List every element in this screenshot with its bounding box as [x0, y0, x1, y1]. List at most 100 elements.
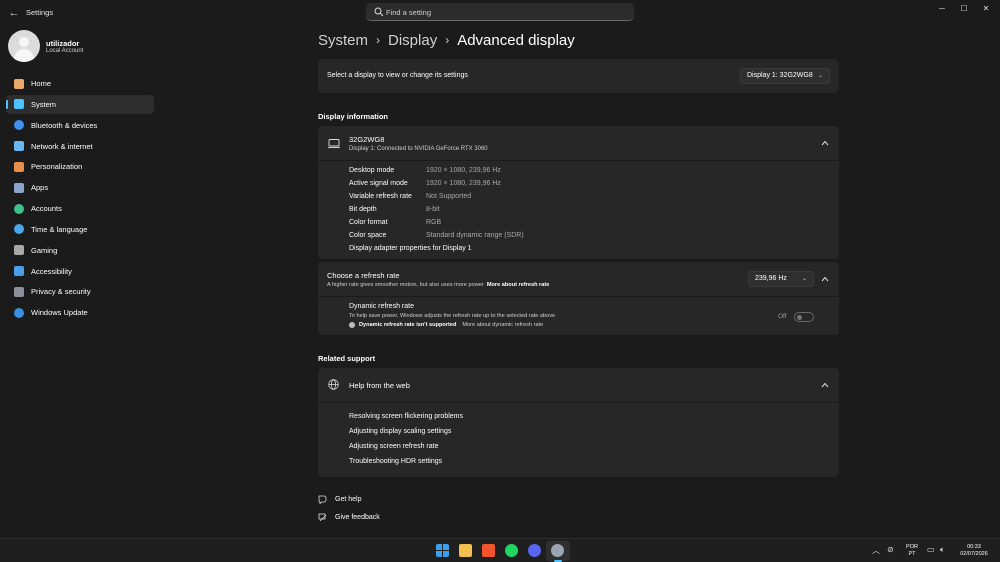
chevron-down-icon: ⌄ [817, 73, 823, 79]
sidebar-item-bluetooth-devices[interactable]: Bluetooth & devices [6, 116, 154, 135]
gaming-icon [14, 245, 24, 256]
bluetooth-icon [14, 120, 24, 131]
sidebar-item-label: Gaming [31, 245, 58, 255]
clock-date: 02/07/2026 [960, 551, 988, 557]
help-from-web-header[interactable]: Help from the web [318, 368, 839, 402]
home-icon [14, 78, 24, 89]
breadcrumb-system[interactable]: System [318, 32, 368, 49]
get-help-link[interactable]: Get help [318, 493, 361, 505]
refresh-rate-dropdown[interactable]: 239,96 Hz ⌄ [748, 271, 814, 287]
chevron-up-icon[interactable] [821, 140, 829, 146]
update-icon [14, 307, 24, 318]
sidebar-item-apps[interactable]: Apps [6, 178, 154, 197]
sidebar-item-network-internet[interactable]: Network & internet [6, 137, 154, 156]
refresh-rate-value: 239,96 Hz [755, 275, 787, 282]
dynamic-refresh-unsupported-text: Dynamic refresh rate isn't supported [359, 322, 457, 328]
chevron-up-icon[interactable] [821, 276, 829, 282]
display-tray-icon[interactable]: ▭ [927, 545, 935, 554]
more-about-dynamic-refresh-link[interactable]: More about dynamic refresh rate [462, 322, 543, 328]
chevron-up-icon[interactable] [821, 382, 829, 388]
globe-icon [328, 379, 339, 390]
sidebar-item-label: System [31, 99, 57, 109]
display-adapter-properties-link[interactable]: Display adapter properties for Display 1 [349, 245, 472, 252]
search-icon [374, 7, 384, 17]
minimize-button[interactable]: ─ [932, 2, 952, 16]
accessibility-icon [14, 266, 24, 277]
give-feedback-link[interactable]: Give feedback [318, 511, 380, 523]
sidebar-item-label: Home [31, 79, 52, 88]
windows-start-icon[interactable] [436, 544, 449, 557]
volume-icon[interactable]: 🔈︎ [940, 545, 945, 555]
refresh-rate-title: Choose a refresh rate [327, 271, 400, 280]
help-link-refresh-rate[interactable]: Adjusting screen refresh rate [349, 443, 439, 450]
sidebar-item-windows-update[interactable]: Windows Update [6, 303, 154, 322]
sidebar-item-label: Personalization [31, 162, 83, 172]
sidebar-nav: Home System Bluetooth & devices Network & i… [6, 74, 154, 324]
feedback-icon [318, 513, 327, 521]
chevron-up-tray-icon[interactable]: ︿ [872, 545, 880, 556]
toggle-knob [797, 315, 802, 320]
user-name: utilizador [46, 39, 80, 48]
file-explorer-icon[interactable] [459, 544, 472, 557]
sidebar-item-label: Windows Update [31, 308, 88, 318]
help-from-web-body: Resolving screen flickering problems Adj… [318, 403, 839, 477]
taskbar: ︿ ⊘ POR PT ▭ 🔈︎ 00:33 02/07/2026 [0, 538, 1000, 562]
sidebar-item-privacy-security[interactable]: Privacy & security [6, 282, 154, 301]
sidebar-item-accessibility[interactable]: Accessibility [6, 262, 154, 281]
monitor-icon [328, 139, 340, 148]
chevron-right-icon: › [376, 33, 381, 47]
sidebar-item-system[interactable]: System [6, 94, 154, 114]
maximize-button[interactable]: ☐ [954, 2, 974, 16]
brave-browser-icon[interactable] [482, 544, 495, 557]
spotify-icon[interactable] [505, 544, 518, 557]
display-dropdown[interactable]: Display 1: 32G2WG8 ⌄ [740, 68, 830, 84]
chevron-down-icon: ⌄ [801, 276, 807, 282]
sidebar-item-label: Time & language [31, 224, 88, 234]
sidebar-item-gaming[interactable]: Gaming [6, 241, 154, 260]
back-arrow-icon[interactable]: ← [7, 6, 21, 20]
monitor-description: Display 1: Connected to NVIDIA GeForce R… [349, 146, 488, 152]
brush-icon [14, 161, 24, 172]
sidebar-item-label: Accessibility [31, 266, 72, 276]
sidebar-item-personalization[interactable]: Personalization [6, 157, 154, 176]
help-link-hdr-settings[interactable]: Troubleshooting HDR settings [349, 458, 442, 465]
title-bar: ← Settings ─ ☐ ✕ [0, 0, 1000, 26]
display-info-heading: Display information [318, 112, 389, 121]
sidebar-item-label: Privacy & security [31, 287, 91, 297]
sidebar-item-time-language[interactable]: Time & language [6, 220, 154, 239]
sidebar-item-label: Bluetooth & devices [31, 120, 98, 130]
help-link-display-scaling[interactable]: Adjusting display scaling settings [349, 428, 451, 435]
input-language-indicator[interactable]: POR PT [904, 544, 920, 558]
display-info-header[interactable]: 32G2WG8 Display 1: Connected to NVIDIA G… [318, 126, 839, 160]
system-icon [14, 99, 24, 110]
display-info-body: Desktop mode 1920 × 1080, 239,96 Hz Activ… [318, 161, 839, 259]
select-display-card: Select a display to view or change its s… [318, 59, 839, 93]
refresh-rate-description: A higher rate gives smoother motion, but… [327, 282, 550, 288]
settings-app-icon[interactable] [551, 544, 564, 557]
avatar [8, 30, 40, 62]
info-icon [349, 322, 355, 328]
related-support-heading: Related support [318, 354, 376, 363]
select-display-label: Select a display to view or change its s… [327, 72, 468, 79]
sidebar-item-label: Network & internet [31, 141, 93, 151]
close-button[interactable]: ✕ [976, 2, 996, 16]
search-box[interactable] [366, 3, 634, 21]
no-network-icon[interactable]: ⊘ [887, 545, 894, 554]
clock[interactable]: 00:33 02/07/2026 [955, 544, 993, 558]
help-link-screen-flickering[interactable]: Resolving screen flickering problems [349, 413, 463, 420]
discord-icon[interactable] [528, 544, 541, 557]
dynamic-refresh-rate-row: Dynamic refresh rate To help save power,… [318, 297, 839, 335]
dynamic-refresh-toggle[interactable] [794, 312, 814, 322]
get-help-icon [318, 495, 327, 504]
page-title: Advanced display [457, 31, 575, 49]
search-input[interactable] [386, 5, 626, 19]
network-icon [14, 141, 24, 152]
sidebar-item-accounts[interactable]: Accounts [6, 199, 154, 218]
sidebar-item-home[interactable]: Home [6, 74, 154, 93]
breadcrumb-display[interactable]: Display [388, 32, 437, 49]
more-about-refresh-rate-link[interactable]: More about refresh rate [487, 282, 549, 288]
app-title: Settings [26, 8, 54, 17]
breadcrumb: System › Display › Advanced display [318, 30, 575, 50]
refresh-rate-header: Choose a refresh rate A higher rate give… [318, 262, 839, 296]
display-dropdown-value: Display 1: 32G2WG8 [747, 72, 813, 79]
